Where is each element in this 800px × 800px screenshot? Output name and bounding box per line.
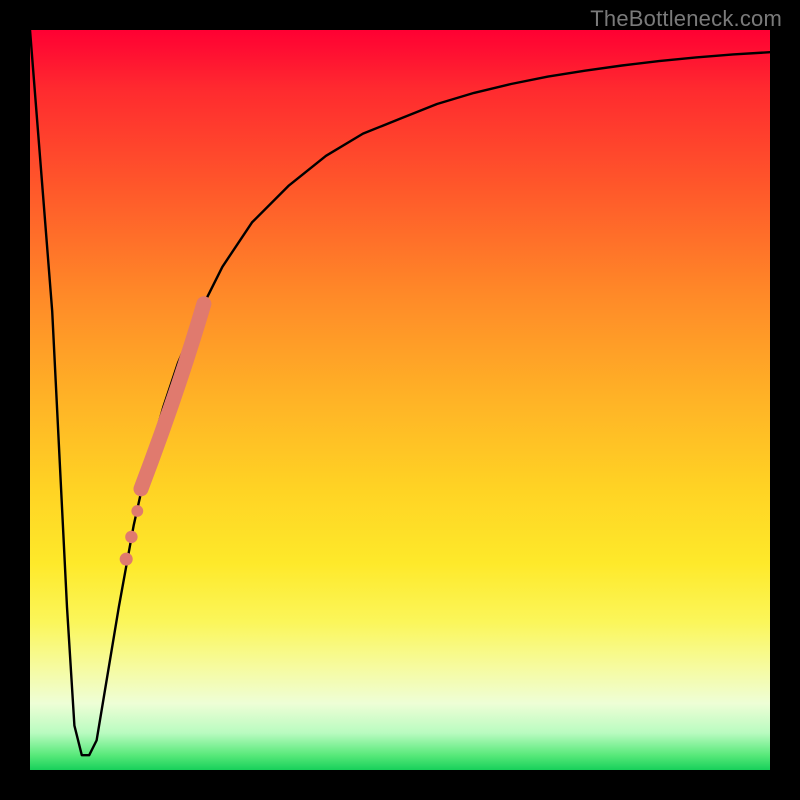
secondary-dots-group xyxy=(120,505,144,565)
recommended-range-segment xyxy=(141,304,204,489)
secondary-dot xyxy=(125,531,137,543)
watermark-text: TheBottleneck.com xyxy=(590,6,782,32)
secondary-dot xyxy=(131,505,143,517)
bottleneck-curve xyxy=(30,30,770,755)
chart-svg xyxy=(30,30,770,770)
chart-frame: TheBottleneck.com xyxy=(0,0,800,800)
plot-area xyxy=(30,30,770,770)
secondary-dot xyxy=(120,553,133,566)
